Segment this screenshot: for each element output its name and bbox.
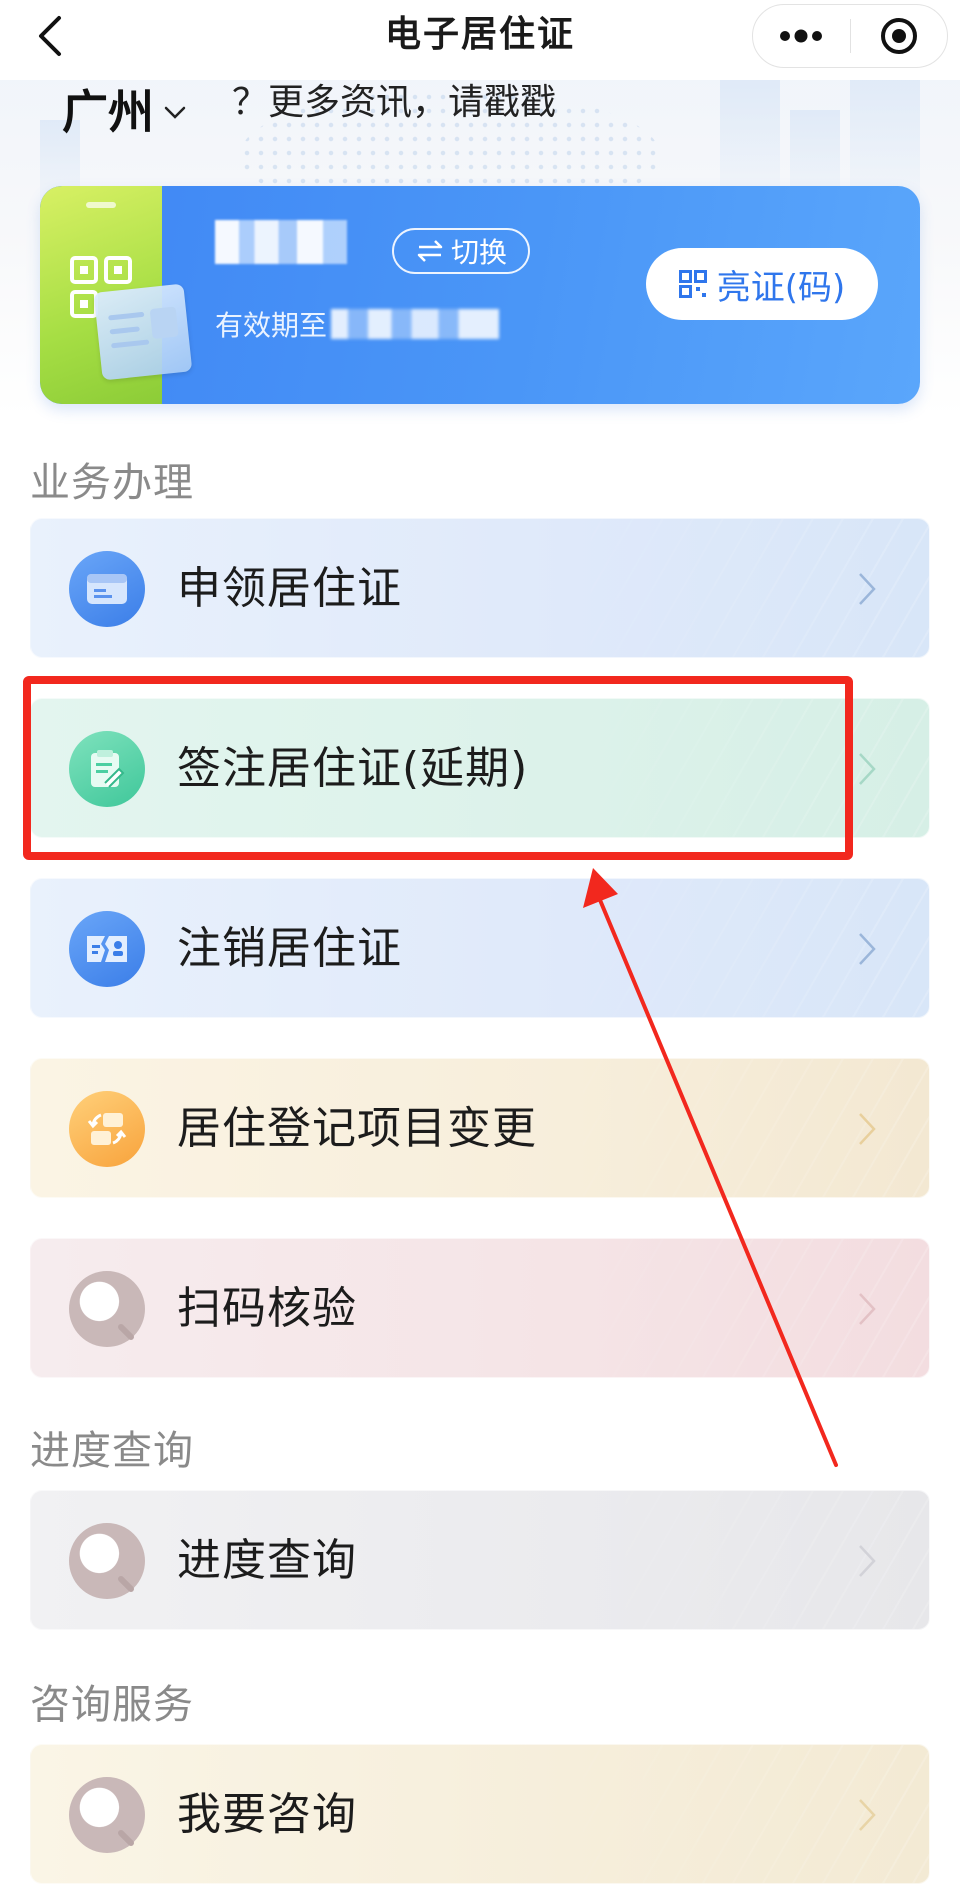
menu-item-apply-permit[interactable]: 申领居住证 [30,518,930,658]
id-document-illustration [93,283,193,381]
menu-item-label: 签注居住证(延期) [177,743,529,794]
section-title-progress: 进度查询 [30,1428,194,1474]
menu-item-progress-query[interactable]: 进度查询 [30,1490,930,1630]
menu-item-label: 申领居住证 [177,563,402,614]
search-icon [69,1271,145,1347]
target-close-icon [880,18,917,54]
menu-item-change-registration[interactable]: 居住登记项目变更 [30,1058,930,1198]
city-name: 广州 [62,85,154,139]
navigation-bar: 电子居住证 [0,0,960,80]
residence-permit-card: 切换 有效期至 亮证(码) [40,186,920,404]
validity-label: 有效期至 [215,309,328,342]
qr-code-icon [678,270,707,298]
news-promo-link[interactable]: ？更多资讯，请戳戳 [232,80,556,126]
chevron-right-icon [859,1293,876,1325]
search-icon [69,1523,145,1599]
chevron-down-icon [164,106,186,119]
menu-item-label: 居住登记项目变更 [177,1103,537,1154]
menu-item-scan-verify[interactable]: 扫码核验 [30,1238,930,1378]
more-dots-icon [780,29,823,43]
menu-item-consult[interactable]: 我要咨询 [30,1744,930,1884]
chevron-right-icon [859,573,876,605]
show-certificate-button[interactable]: 亮证(码) [646,248,878,320]
switch-label: 切换 [450,236,507,269]
menu-item-cancel-permit[interactable]: 注销居住证 [30,878,930,1018]
more-button[interactable] [753,5,850,67]
id-card-icon [69,551,145,627]
chevron-right-icon [859,933,876,965]
menu-item-label: 注销居住证 [177,923,402,974]
swap-arrows-icon [417,240,443,262]
section-title-business: 业务办理 [30,460,194,506]
cancel-card-icon [69,911,145,987]
validity-date-masked [331,309,500,339]
chevron-right-icon [859,753,876,785]
holder-name-masked [215,220,347,264]
close-button[interactable] [851,5,948,67]
search-icon [69,1777,145,1853]
chevron-right-icon [859,1799,876,1831]
show-certificate-label: 亮证(码) [716,267,846,308]
menu-item-label: 进度查询 [177,1535,357,1586]
city-selector[interactable]: 广州 [62,82,186,139]
chevron-right-icon [859,1545,876,1577]
section-title-consult: 咨询服务 [30,1682,194,1728]
menu-item-label: 我要咨询 [177,1789,357,1840]
menu-item-endorse-permit[interactable]: 签注居住证(延期) [30,698,930,838]
chevron-right-icon [859,1113,876,1145]
switch-button[interactable]: 切换 [392,228,530,274]
change-swap-icon [69,1091,145,1167]
mini-program-capsule [752,4,948,68]
sign-document-icon [69,731,145,807]
menu-item-label: 扫码核验 [177,1283,357,1334]
validity-row: 有效期至 [215,304,500,344]
